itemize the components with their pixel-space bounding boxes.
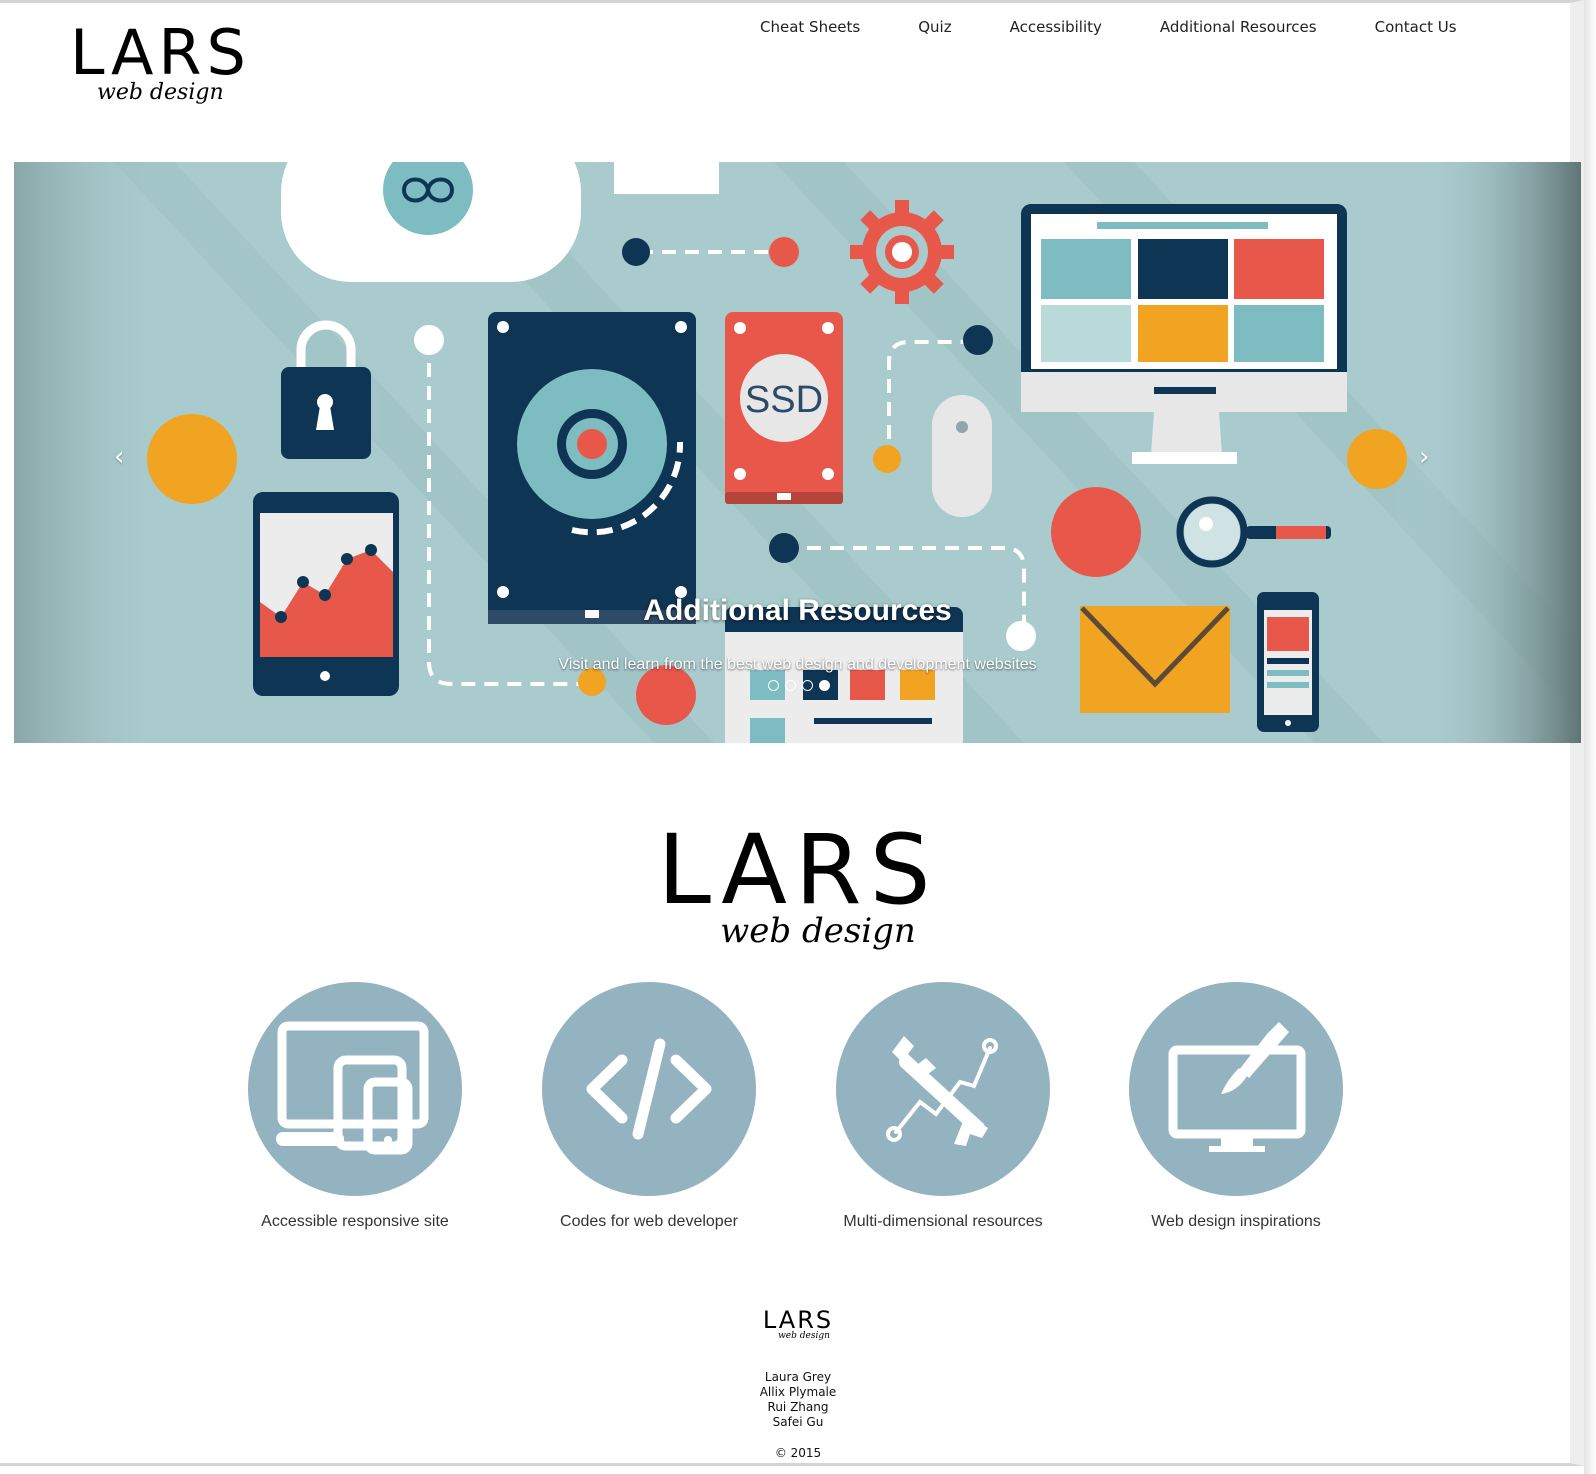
carousel-prev-button[interactable]: ‹ [114, 442, 124, 472]
carousel-next-button[interactable]: › [1419, 442, 1429, 472]
header-logo[interactable]: LARS web design [70, 22, 251, 104]
feature-label: Codes for web developer [560, 1213, 738, 1230]
logo-wordmark: LARS [762, 1306, 834, 1334]
logo-wordmark: LARS [657, 814, 939, 926]
carousel-indicators [768, 680, 830, 691]
carousel-indicator[interactable] [768, 680, 779, 691]
feature-label: Accessible responsive site [261, 1213, 449, 1230]
tools-icon [886, 1036, 998, 1146]
feature-label: Web design inspirations [1151, 1213, 1321, 1230]
code-icon [586, 1038, 712, 1140]
center-logo: LARS web design [0, 822, 1596, 948]
monitor-pen-icon [1168, 1022, 1306, 1152]
nav-accessibility[interactable]: Accessibility [1010, 18, 1102, 36]
author-name: Safei Gu [772, 1415, 824, 1429]
page-shadow [1584, 0, 1596, 1474]
logo-tagline: web design [720, 911, 916, 951]
copyright-text: © 2015 [774, 1446, 822, 1460]
feature-responsive: Accessible responsive site [208, 982, 502, 1231]
carousel-indicator[interactable] [785, 680, 796, 691]
chevron-left-icon: ‹ [114, 442, 125, 472]
feature-label: Multi-dimensional resources [843, 1213, 1043, 1230]
feature-resources: Multi-dimensional resources [796, 982, 1090, 1231]
footer-logo: LARS web design [0, 1308, 1596, 1341]
carousel-caption-title: Additional Resources [643, 594, 952, 627]
chevron-right-icon: › [1419, 442, 1430, 472]
logo-wordmark: LARS [70, 16, 251, 89]
nav-quiz[interactable]: Quiz [918, 18, 951, 36]
top-navigation: Cheat Sheets Quiz Accessibility Addition… [760, 18, 1515, 36]
feature-icon-circle[interactable] [1129, 982, 1343, 1196]
nav-additional-resources[interactable]: Additional Resources [1160, 18, 1317, 36]
hero-carousel: SSD ‹ › Additional Resources Visit and l… [14, 162, 1581, 743]
responsive-devices-icon [276, 1021, 429, 1155]
author-name: Rui Zhang [767, 1400, 829, 1414]
carousel-indicator[interactable] [802, 680, 813, 691]
carousel-indicator-active[interactable] [819, 680, 830, 691]
feature-icon-circle[interactable] [836, 982, 1050, 1196]
feature-icon-circle[interactable] [542, 982, 756, 1196]
nav-cheat-sheets[interactable]: Cheat Sheets [760, 18, 860, 36]
author-name: Allix Plymale [759, 1385, 837, 1399]
footer-credits: Laura Grey Allix Plymale Rui Zhang Safei… [0, 1370, 1596, 1430]
carousel-caption-subtitle: Visit and learn from the best web design… [558, 656, 1037, 673]
author-name: Laura Grey [764, 1370, 832, 1384]
logo-tagline: web design [778, 1331, 830, 1341]
ssd-label: SSD [745, 379, 823, 421]
feature-code: Codes for web developer [502, 982, 796, 1231]
feature-inspirations: Web design inspirations [1089, 982, 1383, 1231]
nav-contact-us[interactable]: Contact Us [1375, 18, 1457, 36]
feature-icon-circle[interactable] [248, 982, 462, 1196]
